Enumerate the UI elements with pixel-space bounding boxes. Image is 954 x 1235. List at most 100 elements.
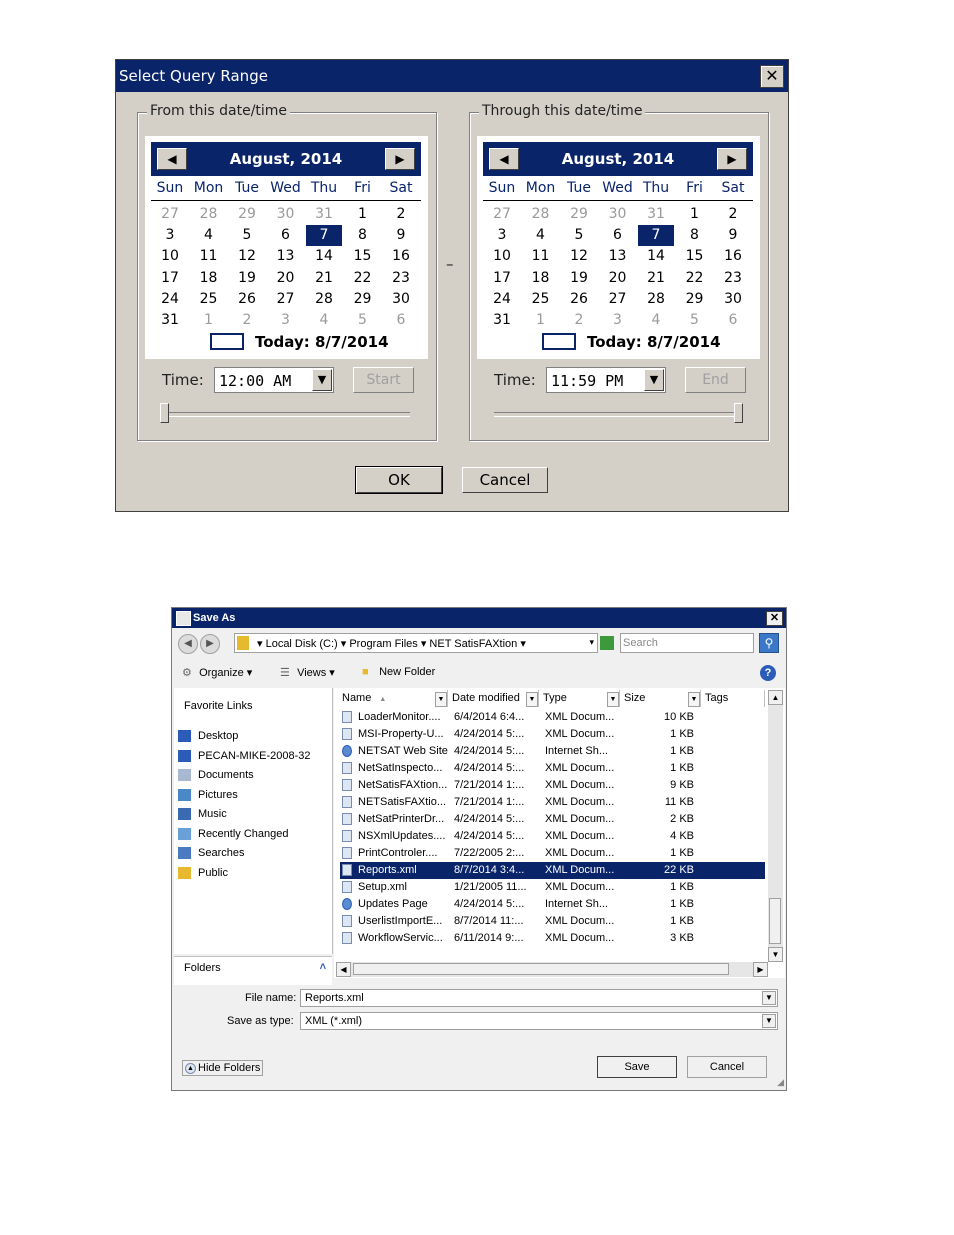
through-day-cell[interactable]: 13 <box>600 246 636 267</box>
through-day-cell[interactable]: 30 <box>715 289 751 310</box>
favorite-link[interactable]: Public <box>178 867 228 885</box>
file-row[interactable]: NSXmlUpdates.... 4/24/2014 5:... XML Docum… <box>340 828 765 845</box>
from-day-cell[interactable]: 18 <box>191 268 227 289</box>
from-day-cell[interactable]: 29 <box>345 289 381 310</box>
chevron-up-icon[interactable]: ˄ <box>320 961 326 973</box>
from-day-cell[interactable]: 6 <box>268 225 304 246</box>
from-day-cell[interactable]: 2 <box>383 204 419 225</box>
from-time-dropdown-icon[interactable]: ▼ <box>312 369 332 391</box>
file-row[interactable]: Updates Page 4/24/2014 5:... Internet Sh..… <box>340 896 765 913</box>
cancel-button[interactable]: Cancel <box>687 1056 767 1078</box>
through-day-cell[interactable]: 26 <box>561 289 597 310</box>
through-slider-thumb[interactable] <box>734 403 743 423</box>
file-row[interactable]: NetSatPrinterDr... 4/24/2014 5:... XML Doc… <box>340 811 765 828</box>
through-day-cell[interactable]: 11 <box>523 246 559 267</box>
from-day-cell[interactable]: 5 <box>229 225 265 246</box>
through-day-cell[interactable]: 21 <box>638 268 674 289</box>
column-header-type[interactable]: Type ▼ <box>539 690 620 707</box>
through-day-cell[interactable]: 31 <box>484 310 520 331</box>
from-day-cell[interactable]: 30 <box>383 289 419 310</box>
scroll-up-arrow[interactable]: ▲ <box>768 690 783 705</box>
from-day-cell[interactable]: 17 <box>152 268 188 289</box>
file-row[interactable]: NetSatInspecto... 4/24/2014 5:... XML Docu… <box>340 760 765 777</box>
from-day-cell[interactable]: 4 <box>191 225 227 246</box>
from-day-cell[interactable]: 29 <box>229 204 265 225</box>
through-day-cell[interactable]: 3 <box>600 310 636 331</box>
from-day-cell[interactable]: 27 <box>152 204 188 225</box>
file-row[interactable]: Setup.xml 1/21/2005 11... XML Docum... 1 KB <box>340 879 765 896</box>
horizontal-scroll-thumb[interactable] <box>353 963 729 975</box>
from-day-cell[interactable]: 4 <box>306 310 342 331</box>
file-row[interactable]: NETSAT Web Site 4/24/2014 5:... Internet S… <box>340 743 765 760</box>
back-button[interactable]: ◀ <box>178 634 198 654</box>
through-next-month-button[interactable]: ▶ <box>717 148 747 170</box>
through-today-label[interactable]: Today: 8/7/2014 <box>587 333 721 351</box>
from-day-cell[interactable]: 12 <box>229 246 265 267</box>
from-day-cell[interactable]: 28 <box>306 289 342 310</box>
column-filter-dropdown-icon[interactable]: ▼ <box>526 692 538 707</box>
file-row[interactable]: NETSatisFAXtio... 7/21/2014 1:... XML Docu… <box>340 794 765 811</box>
through-day-cell[interactable]: 9 <box>715 225 751 246</box>
through-day-cell[interactable]: 3 <box>484 225 520 246</box>
close-button[interactable]: ✕ <box>760 65 784 88</box>
from-day-cell[interactable]: 21 <box>306 268 342 289</box>
from-day-cell[interactable]: 13 <box>268 246 304 267</box>
file-row[interactable]: PrintControler.... 7/22/2005 2:... XML Doc… <box>340 845 765 862</box>
through-day-cell[interactable]: 18 <box>523 268 559 289</box>
through-day-cell[interactable]: 16 <box>715 246 751 267</box>
through-day-cell[interactable]: 10 <box>484 246 520 267</box>
through-day-cell[interactable]: 12 <box>561 246 597 267</box>
file-name-field[interactable]: Reports.xml ▼ <box>300 989 778 1007</box>
from-day-cell[interactable]: 27 <box>268 289 304 310</box>
from-day-cell[interactable]: 16 <box>383 246 419 267</box>
favorite-link[interactable]: Searches <box>178 847 244 865</box>
from-day-cell[interactable]: 3 <box>268 310 304 331</box>
favorite-link[interactable]: Music <box>178 808 227 826</box>
from-day-cell[interactable]: 2 <box>229 310 265 331</box>
through-day-cell[interactable]: 30 <box>600 204 636 225</box>
favorite-link[interactable]: Pictures <box>178 789 238 807</box>
from-day-cell[interactable]: 23 <box>383 268 419 289</box>
through-day-cell[interactable]: 2 <box>561 310 597 331</box>
from-day-cell[interactable]: 6 <box>383 310 419 331</box>
from-day-cell[interactable]: 15 <box>345 246 381 267</box>
from-today-label[interactable]: Today: 8/7/2014 <box>255 333 389 351</box>
column-header-name[interactable]: Name ▲ ▼ <box>338 690 448 707</box>
from-today-marker[interactable] <box>210 333 244 350</box>
from-day-cell[interactable]: 30 <box>268 204 304 225</box>
from-day-cell[interactable]: 8 <box>345 225 381 246</box>
from-day-cell[interactable]: 28 <box>191 204 227 225</box>
through-day-cell[interactable]: 1 <box>677 204 713 225</box>
file-name-dropdown-icon[interactable]: ▼ <box>762 991 776 1005</box>
from-day-cell[interactable]: 25 <box>191 289 227 310</box>
hide-folders-button[interactable]: ▲ Hide Folders <box>182 1060 264 1076</box>
from-day-cell[interactable]: 1 <box>345 204 381 225</box>
through-day-cell[interactable]: 5 <box>677 310 713 331</box>
from-day-cell[interactable]: 7 <box>306 225 342 247</box>
through-day-cell[interactable]: 23 <box>715 268 751 289</box>
through-day-cell[interactable]: 6 <box>715 310 751 331</box>
favorite-link[interactable]: Documents <box>178 769 254 787</box>
ok-button[interactable]: OK <box>355 466 443 494</box>
from-slider-track[interactable] <box>162 412 410 417</box>
from-day-cell[interactable]: 26 <box>229 289 265 310</box>
new-folder-button[interactable]: ■ New Folder <box>362 666 435 678</box>
search-input[interactable]: Search <box>620 633 754 653</box>
through-day-cell[interactable]: 6 <box>600 225 636 246</box>
file-row[interactable]: Reports.xml 8/7/2014 3:4... XML Docum... 22… <box>340 862 765 879</box>
resize-grip-icon[interactable]: ◢ <box>777 1077 784 1088</box>
file-row[interactable]: MSI-Property-U... 4/24/2014 5:... XML Docu… <box>340 726 765 743</box>
through-day-cell[interactable]: 28 <box>523 204 559 225</box>
from-day-cell[interactable]: 14 <box>306 246 342 267</box>
through-slider-track[interactable] <box>494 412 742 417</box>
through-time-dropdown-icon[interactable]: ▼ <box>644 369 664 391</box>
column-filter-dropdown-icon[interactable]: ▼ <box>435 692 447 707</box>
from-time-select[interactable]: 12:00 AM ▼ <box>214 367 334 393</box>
column-filter-dropdown-icon[interactable]: ▼ <box>688 692 700 707</box>
file-row[interactable]: UserlistImportE... 8/7/2014 11:... XML Doc… <box>340 913 765 930</box>
forward-button[interactable]: ▶ <box>200 634 220 654</box>
scroll-right-arrow[interactable]: ▶ <box>753 962 768 977</box>
from-day-cell[interactable]: 1 <box>191 310 227 331</box>
address-path[interactable]: ▾ Local Disk (C:) ▾ Program Files ▾ NET … <box>257 637 526 650</box>
through-time-select[interactable]: 11:59 PM ▼ <box>546 367 666 393</box>
